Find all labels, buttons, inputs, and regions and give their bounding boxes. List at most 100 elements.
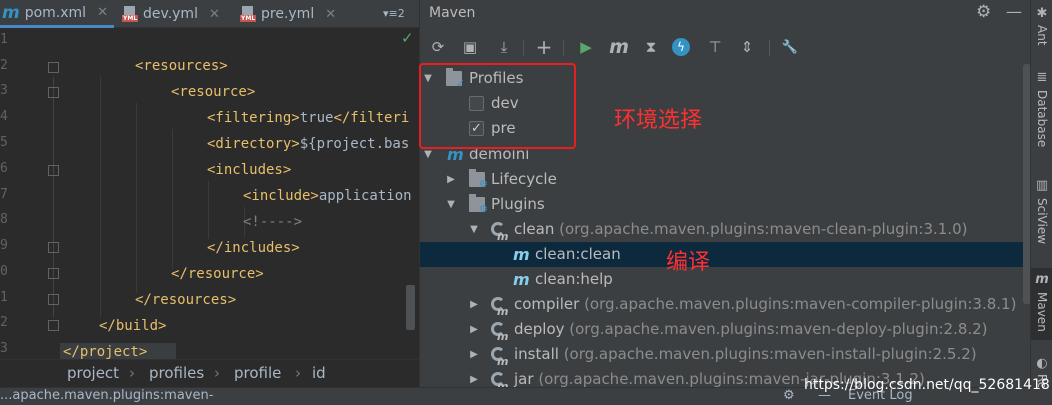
minimize-icon[interactable]: — <box>1006 2 1022 21</box>
database-icon: ≣ <box>1036 70 1048 85</box>
code-line: <directory>${project.bas <box>207 133 409 155</box>
fold-guide <box>53 77 54 317</box>
xml-tag: </resource> <box>171 266 264 282</box>
breadcrumb-item[interactable]: profiles <box>149 364 204 382</box>
plugins-folder-icon: ⚙ <box>469 194 488 215</box>
tree-node-plugin-clean[interactable]: ▼ m clean (org.apache.maven.plugins:mave… <box>420 217 1031 243</box>
maven-m-icon: m <box>1035 272 1049 287</box>
tree-node-plugin-deploy[interactable]: ▶ m deploy (org.apache.maven.plugins:mav… <box>420 317 1031 343</box>
breadcrumb-item[interactable]: profile <box>234 364 281 382</box>
breadcrumb-separator: › <box>129 364 135 382</box>
tool-ant[interactable]: ✱ Ant <box>1031 0 1052 58</box>
line-number: 9 <box>0 238 8 253</box>
maven-header: Maven ⚙ — <box>420 0 1031 28</box>
close-icon[interactable]: ✕ <box>209 7 220 22</box>
expand-arrow-icon[interactable]: ▶ <box>468 367 480 387</box>
tree-node-lifecycle[interactable]: ▶ ⚙ Lifecycle <box>420 167 1031 192</box>
breadcrumb-item[interactable]: project <box>67 364 119 382</box>
plugin-icon: m <box>491 346 509 368</box>
gradle-icon: ◐ <box>1036 356 1048 371</box>
expand-arrow-icon[interactable]: ▼ <box>445 192 457 217</box>
gear-icon[interactable]: ⚙ <box>783 388 795 403</box>
plugin-coordinates: (org.apache.maven.plugins:maven-deploy-p… <box>569 320 988 338</box>
tab-overflow-button[interactable]: ▾≡2 <box>383 7 405 20</box>
line-number: 0 <box>0 264 8 279</box>
execute-goal-icon[interactable]: m <box>608 36 630 58</box>
tree-node-plugin-install[interactable]: ▶ m install (org.apache.maven.plugins:ma… <box>420 342 1031 368</box>
line-number: 3 <box>0 83 8 98</box>
breadcrumb-item[interactable]: id <box>312 364 326 382</box>
fold-marker[interactable] <box>48 320 59 331</box>
reload-icon[interactable]: ⟳ <box>427 36 449 58</box>
maven-tool-window: Maven ⚙ — ⟳ ▣ ⤓ + ▶ m ⧗ ϟ ⊤ ⇕ 🔧 ▼ ✓ Prof… <box>419 0 1031 387</box>
plugin-coordinates: (org.apache.maven.plugins:maven-compiler… <box>584 295 1017 313</box>
show-dependencies-icon[interactable]: ⊤ <box>704 36 726 58</box>
expand-arrow-icon[interactable]: ▼ <box>468 217 480 242</box>
fold-marker[interactable] <box>48 268 59 279</box>
tree-node-plugin-compiler[interactable]: ▶ m compiler (org.apache.maven.plugins:m… <box>420 292 1031 318</box>
tab-pre-yml[interactable]: YML pre.yml ✕ <box>240 0 380 28</box>
lifecycle-folder-icon: ⚙ <box>469 169 488 190</box>
editor-tab-bar: m pom.xml ✕ YML dev.yml ✕ YML pre.yml ✕ … <box>0 0 419 28</box>
run-icon[interactable]: ▶ <box>575 36 597 58</box>
xml-tag: <resources> <box>135 58 228 74</box>
code-line: <!----> <box>243 211 302 233</box>
fold-marker[interactable] <box>48 165 59 176</box>
tab-dev-yml[interactable]: YML dev.yml ✕ <box>122 0 232 28</box>
xml-value: ${project.bas <box>299 136 410 152</box>
xml-tag: </filteri <box>333 110 410 126</box>
toggle-offline-icon[interactable]: ⧗ <box>640 36 662 58</box>
plus-icon[interactable]: + <box>533 35 555 59</box>
tree-label: compiler (org.apache.maven.plugins:maven… <box>514 292 1016 317</box>
sciview-icon: ▥ <box>1035 178 1049 193</box>
tree-label: deploy (org.apache.maven.plugins:maven-d… <box>514 317 988 342</box>
line-number: 1 <box>0 32 8 47</box>
editor-scrollbar[interactable] <box>406 285 415 330</box>
tool-sciview[interactable]: ▥ SciView <box>1031 176 1052 256</box>
code-area[interactable]: <resources> <resource> <filtering>true</… <box>60 29 419 360</box>
right-tool-strip: ✱ Ant ≣ Database ▥ SciView m Maven ◐ Rea <box>1030 0 1052 387</box>
xml-value: application <box>318 188 412 204</box>
breadcrumb: project › profiles › profile › id <box>0 359 419 387</box>
add-maven-project-icon[interactable]: ▣ <box>459 36 481 58</box>
maven-goal-icon: m <box>513 245 530 264</box>
toolbar-divider <box>769 40 770 56</box>
gear-icon[interactable]: ⚙ <box>976 2 991 22</box>
download-sources-icon[interactable]: ⤓ <box>493 36 515 58</box>
collapse-all-icon[interactable]: ⇕ <box>736 36 758 58</box>
plugin-name: jar <box>514 370 534 387</box>
close-icon[interactable]: ✕ <box>325 7 336 22</box>
fold-marker[interactable] <box>48 294 59 305</box>
indent-guide <box>208 181 209 239</box>
tree-node-goal-clean-clean[interactable]: m clean:clean <box>420 242 1031 267</box>
expand-arrow-icon[interactable]: ▶ <box>445 167 457 192</box>
skip-tests-icon[interactable]: ϟ <box>672 38 690 56</box>
expand-arrow-icon[interactable]: ▶ <box>468 292 480 317</box>
line-gutter: 1 2 3 4 5 6 7 8 9 0 1 2 3 <box>0 29 60 359</box>
maven-toolbar: ⟳ ▣ ⤓ + ▶ m ⧗ ϟ ⊤ ⇕ 🔧 <box>420 34 1031 60</box>
expand-arrow-icon[interactable]: ▶ <box>468 317 480 342</box>
xml-tag: </includes> <box>207 240 300 256</box>
xml-tag: <includes> <box>207 162 292 178</box>
tab-pom-xml[interactable]: m pom.xml ✕ <box>0 0 114 28</box>
yml-file-icon: YML <box>240 6 257 22</box>
fold-marker[interactable] <box>48 62 59 73</box>
tool-maven[interactable]: m Maven <box>1031 268 1052 340</box>
tool-database[interactable]: ≣ Database <box>1031 68 1052 158</box>
indent-guide <box>100 77 101 317</box>
close-icon[interactable]: ✕ <box>97 5 108 20</box>
line-number: 1 <box>0 290 8 305</box>
fold-marker[interactable] <box>48 87 59 98</box>
no-problems-check-icon[interactable]: ✓ <box>401 29 414 47</box>
tree-label: clean:help <box>535 270 613 288</box>
code-editor[interactable]: m pom.xml ✕ YML dev.yml ✕ YML pre.yml ✕ … <box>0 0 419 405</box>
expand-arrow-icon[interactable]: ▶ <box>468 342 480 367</box>
code-line: <filtering>true</filteri <box>207 107 409 129</box>
line-number: 5 <box>0 135 8 150</box>
settings-wrench-icon[interactable]: 🔧 <box>779 36 801 58</box>
tree-node-goal-clean-help[interactable]: m clean:help <box>420 267 1031 292</box>
fold-marker[interactable] <box>48 242 59 253</box>
line-number: 8 <box>0 212 8 227</box>
tree-node-plugins[interactable]: ▼ ⚙ Plugins <box>420 192 1031 217</box>
line-number: 2 <box>0 315 8 330</box>
